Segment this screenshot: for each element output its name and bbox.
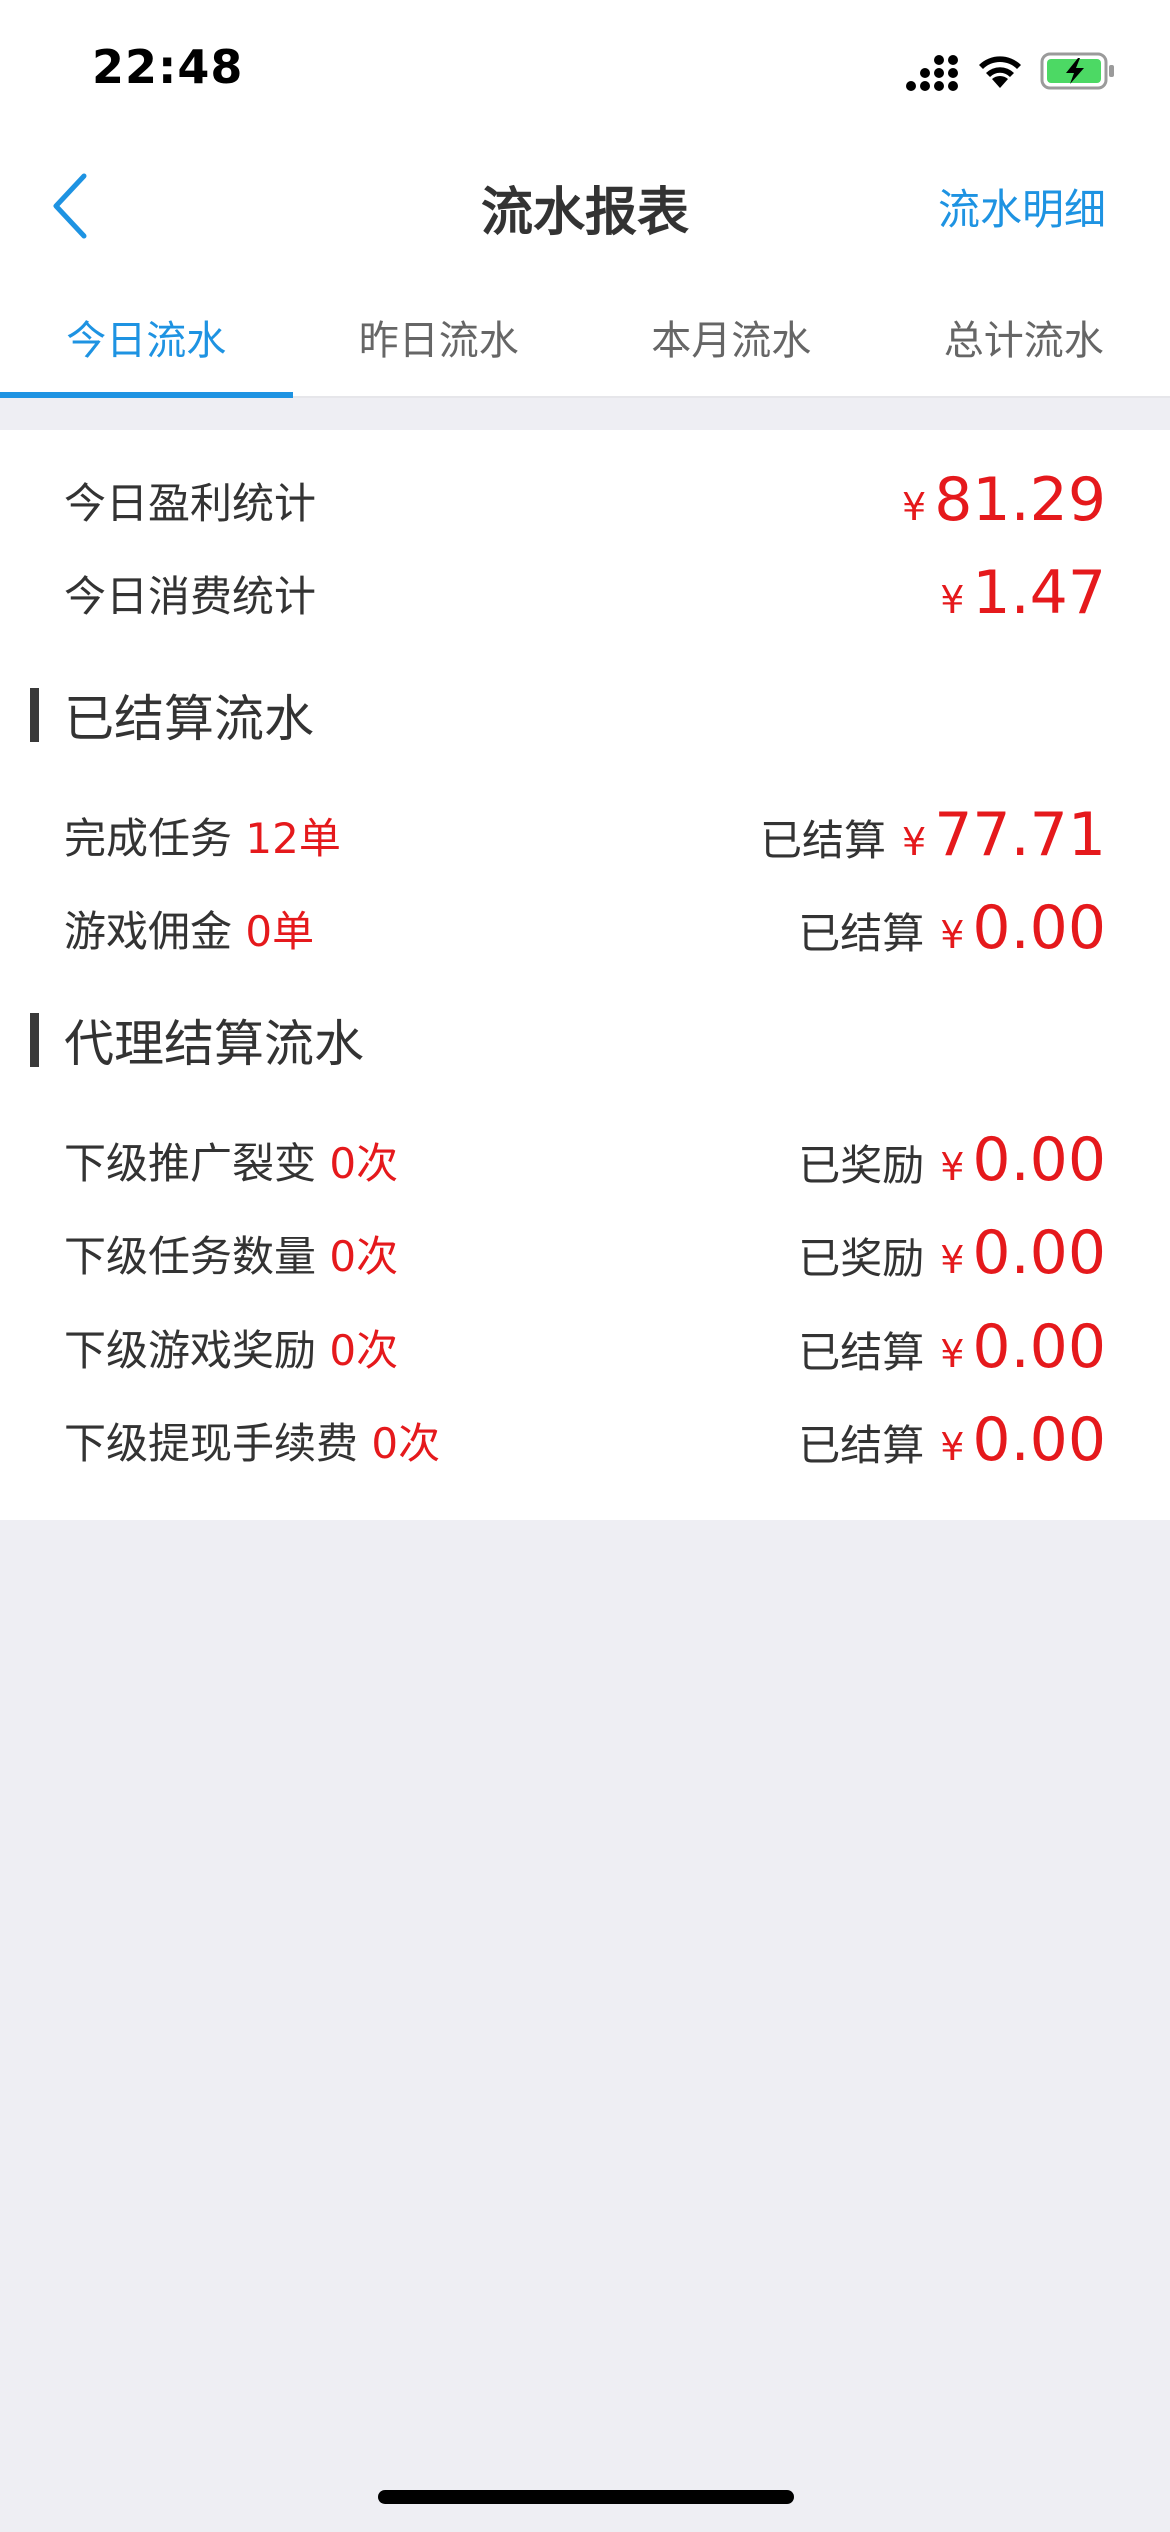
currency-symbol: ¥	[940, 1332, 965, 1376]
battery-icon	[1040, 52, 1114, 90]
profit-amount: 81.29	[934, 465, 1106, 535]
item-label-wrap: 下级任务数量 0次	[64, 1223, 398, 1284]
settled-section-title: 已结算流水	[64, 690, 314, 748]
list-item: 完成任务 12单 已结算 ¥ 77.71	[64, 790, 1106, 880]
item-status: 已结算	[798, 909, 925, 958]
item-value: 已结算 ¥ 0.00	[798, 1312, 1106, 1382]
tab-bar: 今日流水 昨日流水 本月流水 总计流水	[0, 270, 1170, 398]
profit-label: 今日盈利统计	[64, 478, 317, 528]
item-value: 已奖励 ¥ 0.00	[798, 1125, 1106, 1195]
tab-month[interactable]: 本月流水	[585, 270, 878, 396]
tab-yesterday[interactable]: 昨日流水	[293, 270, 586, 396]
profit-row: 今日盈利统计 ¥ 81.29	[64, 455, 1106, 545]
item-value: 已结算 ¥ 0.00	[798, 1405, 1106, 1475]
item-amount: 0.00	[972, 1218, 1106, 1288]
list-item: 下级游戏奖励 0次 已结算 ¥ 0.00	[64, 1302, 1106, 1392]
currency-symbol: ¥	[940, 578, 965, 622]
agent-section-title: 代理结算流水	[64, 1015, 364, 1073]
profit-value: ¥ 81.29	[902, 465, 1106, 535]
item-amount: 0.00	[972, 1125, 1106, 1195]
item-label: 下级推广裂变	[64, 1138, 317, 1188]
list-item: 下级推广裂变 0次 已奖励 ¥ 0.00	[64, 1115, 1106, 1205]
item-status: 已结算	[760, 816, 887, 865]
item-label: 完成任务	[64, 813, 233, 863]
item-count: 0次	[329, 1138, 399, 1188]
consumption-amount: 1.47	[972, 558, 1106, 628]
item-amount: 77.71	[934, 800, 1106, 870]
item-label: 下级游戏奖励	[64, 1325, 317, 1375]
item-count: 0次	[329, 1325, 399, 1375]
item-count: 12单	[245, 813, 341, 863]
tab-today[interactable]: 今日流水	[0, 270, 293, 398]
home-indicator[interactable]	[378, 2490, 794, 2504]
section-accent-bar	[30, 1013, 39, 1067]
consumption-value: ¥ 1.47	[940, 558, 1106, 628]
item-amount: 0.00	[972, 893, 1106, 963]
item-value: 已结算 ¥ 77.71	[760, 800, 1106, 870]
list-item: 游戏佣金 0单 已结算 ¥ 0.00	[64, 883, 1106, 973]
currency-symbol: ¥	[940, 1425, 965, 1469]
item-count: 0次	[329, 1231, 399, 1281]
screen: 22:48 流水报表 流水明细 今日流水 昨日流水 本月流水 总计流水 今日盈利…	[0, 0, 1170, 2532]
tab-total[interactable]: 总计流水	[878, 270, 1170, 396]
agent-section-header: 代理结算流水	[30, 1005, 364, 1075]
consumption-label: 今日消费统计	[64, 571, 317, 621]
currency-symbol: ¥	[902, 820, 927, 864]
item-label-wrap: 下级推广裂变 0次	[64, 1130, 398, 1191]
report-card: 今日盈利统计 ¥ 81.29 今日消费统计 ¥ 1.47 已结算流水 完成任务 …	[0, 430, 1170, 1520]
list-item: 下级任务数量 0次 已奖励 ¥ 0.00	[64, 1208, 1106, 1298]
item-amount: 0.00	[972, 1405, 1106, 1475]
currency-symbol: ¥	[940, 1238, 965, 1282]
item-status: 已奖励	[798, 1141, 925, 1190]
detail-link[interactable]: 流水明细	[938, 176, 1106, 237]
item-value: 已奖励 ¥ 0.00	[798, 1218, 1106, 1288]
status-time: 22:48	[92, 40, 244, 94]
item-amount: 0.00	[972, 1312, 1106, 1382]
consumption-row: 今日消费统计 ¥ 1.47	[64, 548, 1106, 638]
item-count: 0次	[371, 1418, 441, 1468]
signal-icon	[906, 55, 958, 91]
item-value: 已结算 ¥ 0.00	[798, 893, 1106, 963]
currency-symbol: ¥	[940, 913, 965, 957]
item-label: 下级提现手续费	[64, 1418, 359, 1468]
currency-symbol: ¥	[940, 1145, 965, 1189]
status-bar: 22:48	[0, 0, 1170, 140]
currency-symbol: ¥	[902, 485, 927, 529]
item-status: 已结算	[798, 1421, 925, 1470]
item-label-wrap: 下级提现手续费 0次	[64, 1410, 440, 1471]
settled-section-header: 已结算流水	[30, 680, 314, 750]
item-label: 游戏佣金	[64, 906, 233, 956]
item-label-wrap: 游戏佣金 0单	[64, 898, 314, 959]
item-label-wrap: 完成任务 12单	[64, 805, 341, 866]
wifi-icon	[979, 56, 1021, 88]
list-item: 下级提现手续费 0次 已结算 ¥ 0.00	[64, 1395, 1106, 1485]
item-label: 下级任务数量	[64, 1231, 317, 1281]
item-count: 0单	[245, 906, 315, 956]
section-accent-bar	[30, 688, 39, 742]
item-status: 已结算	[798, 1328, 925, 1377]
item-status: 已奖励	[798, 1234, 925, 1283]
item-label-wrap: 下级游戏奖励 0次	[64, 1317, 398, 1378]
nav-bar: 流水报表 流水明细	[0, 140, 1170, 270]
